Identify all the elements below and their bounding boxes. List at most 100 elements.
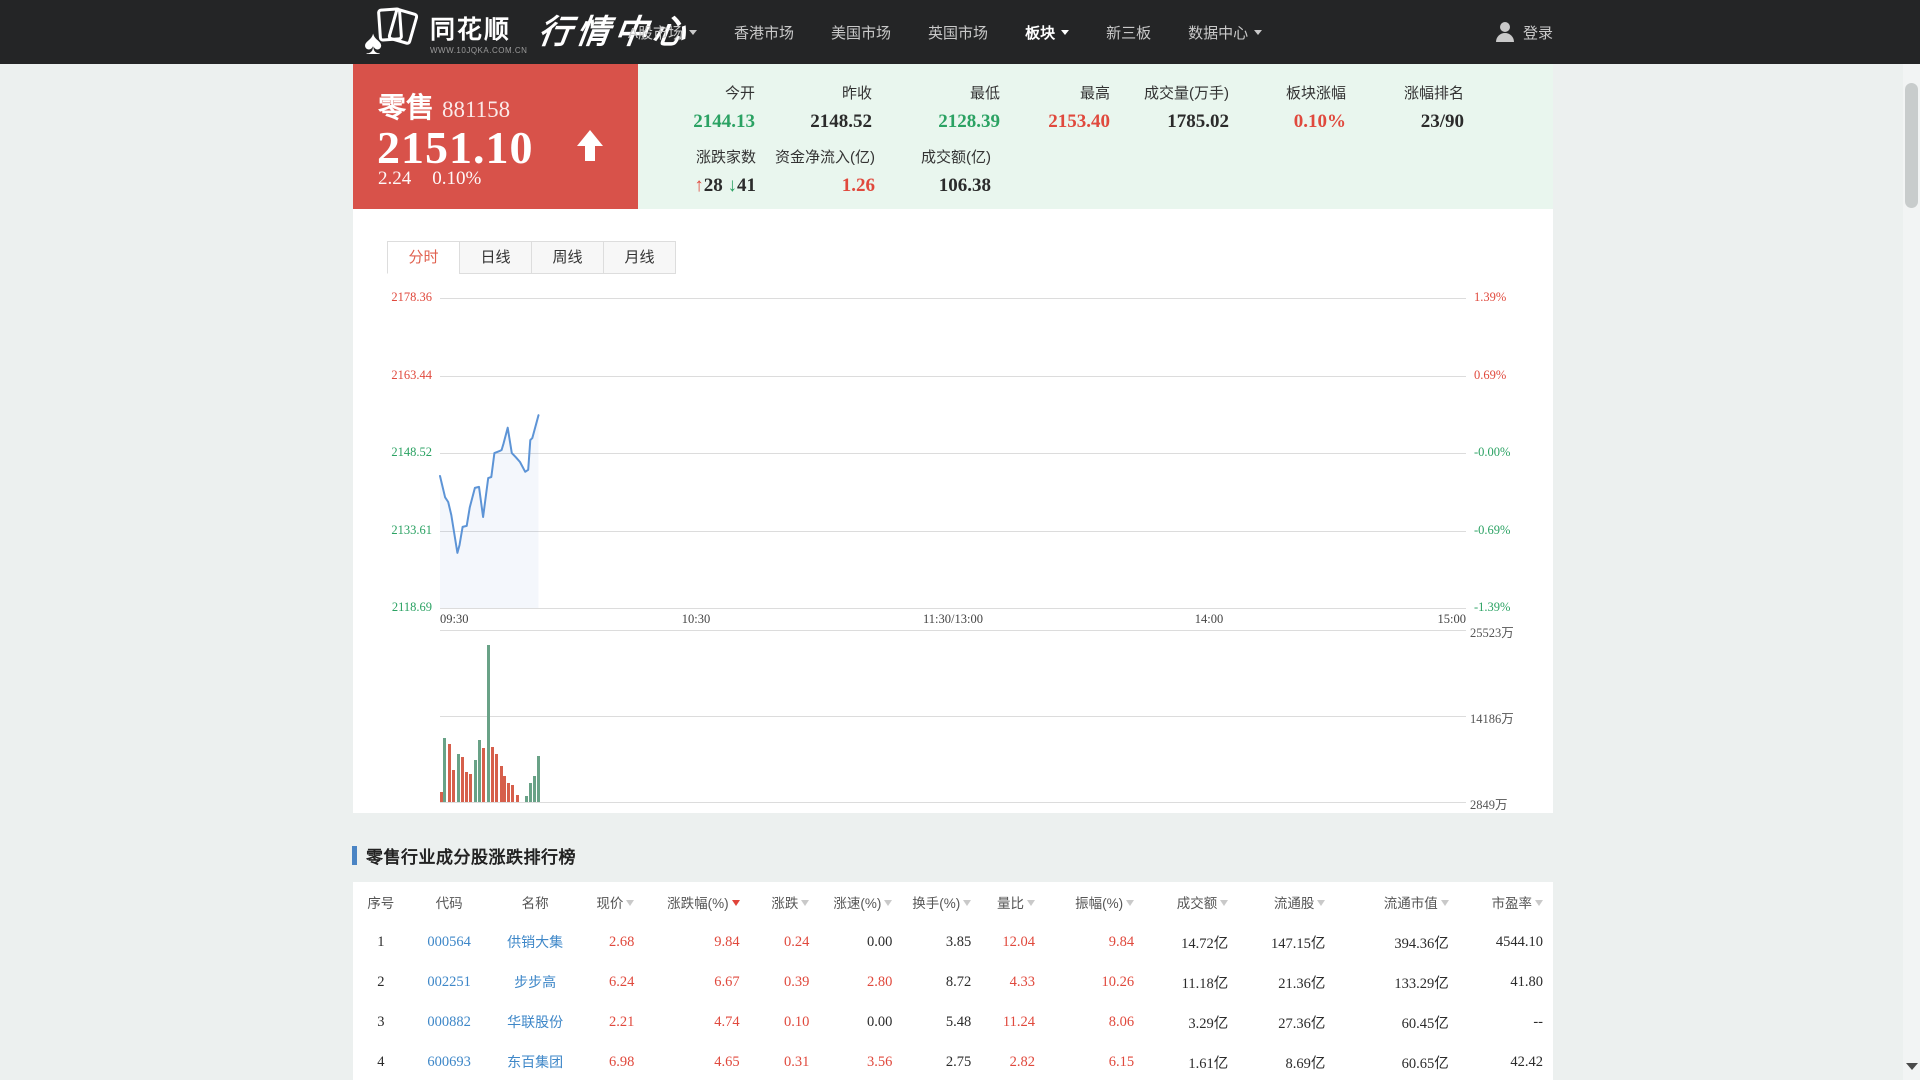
volume-bar bbox=[482, 748, 485, 802]
stat-昨收: 昨收2148.52 bbox=[765, 84, 872, 133]
table-cell: 14.72亿 bbox=[1144, 922, 1238, 962]
volume-bar bbox=[452, 770, 455, 802]
sort-triangle-icon bbox=[884, 900, 892, 910]
sort-triangle-icon bbox=[1126, 900, 1134, 910]
stat-label: 成交额(亿) bbox=[882, 148, 991, 168]
price-gridline bbox=[440, 608, 1466, 609]
table-cell: 2.75 bbox=[902, 1042, 981, 1080]
chevron-down-icon bbox=[689, 30, 697, 39]
table-row: 2002251步步高6.246.670.392.808.724.3310.261… bbox=[353, 962, 1553, 1002]
column-header-inner: 流通市值 bbox=[1384, 892, 1449, 912]
stat-label: 最低 bbox=[882, 84, 1000, 104]
column-header-振幅(%)[interactable]: 振幅(%) bbox=[1045, 882, 1144, 922]
nav-item-英国市场[interactable]: 英国市场 bbox=[928, 22, 988, 43]
login-button[interactable]: 登录 bbox=[1495, 0, 1553, 64]
table-cell: 8.06 bbox=[1045, 1002, 1144, 1042]
table-cell: 394.36亿 bbox=[1335, 922, 1458, 962]
arrow-up-icon bbox=[577, 130, 603, 161]
table-cell: 4.74 bbox=[644, 1002, 749, 1042]
stock-link[interactable]: 供销大集 bbox=[490, 922, 581, 962]
column-header-量比[interactable]: 量比 bbox=[981, 882, 1045, 922]
stock-link[interactable]: 600693 bbox=[409, 1042, 490, 1080]
column-header-涨速(%)[interactable]: 涨速(%) bbox=[819, 882, 902, 922]
column-header-现价[interactable]: 现价 bbox=[581, 882, 645, 922]
table-cell: 4 bbox=[353, 1042, 409, 1080]
stock-link[interactable]: 步步高 bbox=[490, 962, 581, 1002]
tab-日线[interactable]: 日线 bbox=[459, 241, 532, 274]
table-cell: 1.61亿 bbox=[1144, 1042, 1238, 1080]
column-header-inner: 流通股 bbox=[1274, 892, 1326, 912]
table-cell: 4.65 bbox=[644, 1042, 749, 1080]
nav-item-label: 数据中心 bbox=[1188, 22, 1248, 43]
table-cell: 6.98 bbox=[581, 1042, 645, 1080]
stock-link[interactable]: 东百集团 bbox=[490, 1042, 581, 1080]
tab-分时[interactable]: 分时 bbox=[387, 241, 460, 274]
table-cell: 4544.10 bbox=[1459, 922, 1553, 962]
sector-code: 881158 bbox=[442, 97, 510, 123]
brand-text: 同花顺 WWW.10JQKA.COM.CN bbox=[430, 18, 527, 55]
nav-menu: A股市场 香港市场 美国市场 英国市场 板块 新三板 数据中心 bbox=[628, 0, 1262, 64]
column-header-涨跌[interactable]: 涨跌 bbox=[750, 882, 820, 922]
column-header-成交额[interactable]: 成交额 bbox=[1144, 882, 1238, 922]
column-label: 涨速(%) bbox=[833, 892, 881, 912]
intraday-line-chart bbox=[440, 298, 1466, 608]
scrollbar-thumb[interactable] bbox=[1905, 83, 1918, 208]
stat-value: 2148.52 bbox=[765, 111, 872, 133]
nav-item-板块[interactable]: 板块 bbox=[1025, 22, 1069, 43]
column-label: 振幅(%) bbox=[1075, 892, 1123, 912]
column-label: 成交额 bbox=[1177, 892, 1218, 912]
stock-link[interactable]: 000882 bbox=[409, 1002, 490, 1042]
scrollbar-down-arrow-icon[interactable] bbox=[1906, 1063, 1918, 1076]
column-header-换手(%)[interactable]: 换手(%) bbox=[902, 882, 981, 922]
advancers-count: 28 bbox=[704, 175, 728, 196]
stock-link[interactable]: 002251 bbox=[409, 962, 490, 1002]
column-header-流通市值[interactable]: 流通市值 bbox=[1335, 882, 1458, 922]
column-header-涨跌幅(%)[interactable]: 涨跌幅(%) bbox=[644, 882, 749, 922]
column-header-inner: 涨跌幅(%) bbox=[667, 892, 740, 912]
sector-name: 零售 bbox=[378, 86, 434, 126]
volume-bar bbox=[465, 772, 468, 802]
up-arrow-icon: ↑ bbox=[694, 175, 704, 196]
table-cell: 1 bbox=[353, 922, 409, 962]
sort-triangle-icon bbox=[1441, 900, 1449, 910]
y-axis-price-label: 2118.69 bbox=[348, 600, 432, 615]
volume-bar-chart bbox=[440, 630, 1466, 802]
sector-change: 2.24 0.10% bbox=[378, 168, 481, 190]
volume-gridline bbox=[440, 716, 1466, 717]
column-header-名称: 名称 bbox=[490, 882, 581, 922]
tab-周线[interactable]: 周线 bbox=[531, 241, 604, 274]
stat-value: 0.10% bbox=[1239, 111, 1346, 133]
nav-item-label: 香港市场 bbox=[734, 22, 794, 43]
stat-value: 106.38 bbox=[882, 175, 991, 197]
tab-月线[interactable]: 月线 bbox=[603, 241, 676, 274]
x-axis-time-label: 09:30 bbox=[440, 612, 500, 627]
nav-item-香港市场[interactable]: 香港市场 bbox=[734, 22, 794, 43]
stat-label: 资金净流入(亿) bbox=[765, 148, 875, 168]
column-label: 换手(%) bbox=[912, 892, 960, 912]
nav-item-A股市场[interactable]: A股市场 bbox=[628, 22, 697, 43]
stat-成交量(万手): 成交量(万手)1785.02 bbox=[1120, 84, 1229, 133]
column-label: 流通市值 bbox=[1384, 892, 1438, 912]
stat-value: 23/90 bbox=[1356, 111, 1464, 133]
table-cell: 60.65亿 bbox=[1335, 1042, 1458, 1080]
column-header-市盈率[interactable]: 市盈率 bbox=[1459, 882, 1553, 922]
nav-item-数据中心[interactable]: 数据中心 bbox=[1188, 22, 1262, 43]
x-axis-time-label: 15:00 bbox=[1386, 612, 1466, 627]
x-axis-time-label: 11:30/13:00 bbox=[903, 612, 1003, 627]
column-header-inner: 换手(%) bbox=[912, 892, 971, 912]
column-label: 量比 bbox=[997, 892, 1024, 912]
nav-item-新三板[interactable]: 新三板 bbox=[1106, 22, 1151, 43]
column-header-流通股[interactable]: 流通股 bbox=[1238, 882, 1335, 922]
chart-tabs: 分时日线周线月线 bbox=[388, 241, 676, 274]
y-axis-percent-label: 1.39% bbox=[1474, 290, 1506, 305]
vertical-scrollbar[interactable] bbox=[1903, 64, 1920, 1080]
column-header-inner: 名称 bbox=[522, 892, 549, 912]
table-cell: 0.31 bbox=[750, 1042, 820, 1080]
decliners-count: 41 bbox=[737, 175, 756, 196]
table-cell: 3 bbox=[353, 1002, 409, 1042]
nav-item-美国市场[interactable]: 美国市场 bbox=[831, 22, 891, 43]
volume-bar bbox=[516, 795, 519, 802]
stock-link[interactable]: 000564 bbox=[409, 922, 490, 962]
volume-bar bbox=[511, 785, 514, 802]
stock-link[interactable]: 华联股份 bbox=[490, 1002, 581, 1042]
